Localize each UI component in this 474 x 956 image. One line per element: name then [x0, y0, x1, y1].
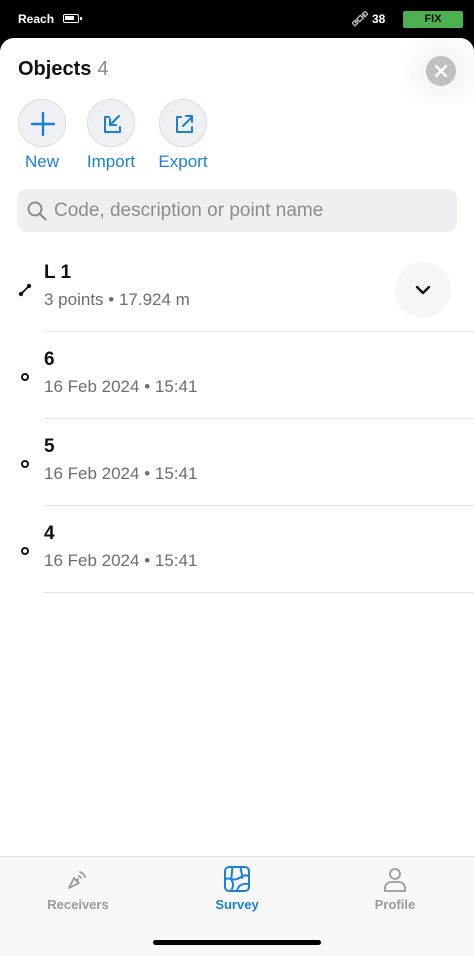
- object-name: 4: [44, 523, 55, 544]
- receivers-icon: [68, 871, 86, 889]
- close-icon: [434, 64, 448, 78]
- fix-status-badge: FIX: [403, 11, 463, 28]
- export-icon: [176, 115, 193, 133]
- tab-receivers-label: Receivers: [47, 897, 109, 912]
- satellite-count: 38: [372, 12, 386, 26]
- object-detail: 3 points • 17.924 m: [44, 290, 190, 309]
- point-object-icon: [21, 373, 29, 381]
- status-app-name: Reach: [18, 12, 55, 26]
- page-title: Objects 4: [18, 58, 108, 81]
- import-button-label: Import: [86, 152, 136, 171]
- object-detail: 16 Feb 2024 • 15:41: [44, 551, 198, 570]
- object-detail: 16 Feb 2024 • 15:41: [44, 464, 198, 483]
- object-detail: 16 Feb 2024 • 15:41: [44, 377, 198, 396]
- list-item-point[interactable]: 4 16 Feb 2024 • 15:41: [0, 506, 474, 593]
- battery-icon: [63, 14, 82, 23]
- export-button-circle[interactable]: [159, 99, 207, 147]
- new-button-circle[interactable]: [18, 99, 66, 147]
- objects-sheet: Objects 4 New Import Export Code, descri…: [0, 38, 474, 956]
- point-object-icon: [21, 547, 29, 555]
- tab-bar: Receivers Survey Profile: [0, 856, 474, 956]
- tab-profile-label: Profile: [374, 897, 416, 912]
- close-button[interactable]: [426, 56, 456, 86]
- import-icon: [104, 115, 121, 133]
- profile-icon: [384, 868, 406, 892]
- list-item-line[interactable]: L 1 3 points • 17.924 m: [0, 245, 474, 332]
- home-indicator[interactable]: [153, 940, 321, 945]
- tab-survey-label: Survey: [215, 897, 259, 912]
- search-icon: [27, 201, 47, 221]
- list-item-point[interactable]: 5 16 Feb 2024 • 15:41: [0, 419, 474, 506]
- new-button-label: New: [24, 152, 59, 171]
- status-bar: Reach 38 FIX: [0, 0, 474, 38]
- tab-receivers[interactable]: Receivers: [18, 865, 138, 912]
- satellite-icon: [352, 11, 368, 27]
- object-count: 4: [97, 58, 109, 80]
- search-bar[interactable]: [17, 189, 457, 232]
- line-object-icon: [18, 283, 32, 297]
- import-button-circle[interactable]: [87, 99, 135, 147]
- search-input[interactable]: [54, 189, 449, 232]
- tab-survey[interactable]: Survey: [177, 865, 297, 912]
- object-name: 5: [44, 436, 55, 457]
- point-object-icon: [21, 460, 29, 468]
- list-item-point[interactable]: 6 16 Feb 2024 • 15:41: [0, 332, 474, 419]
- export-button[interactable]: Export: [153, 99, 213, 172]
- chevron-down-icon: [415, 285, 431, 295]
- plus-icon: [31, 112, 55, 136]
- page-title-label: Objects: [18, 58, 92, 80]
- tab-profile[interactable]: Profile: [335, 865, 455, 912]
- survey-map-icon: [224, 866, 250, 892]
- new-button[interactable]: New: [12, 99, 72, 172]
- object-name: 6: [44, 349, 55, 370]
- object-name: L 1: [44, 262, 72, 283]
- expand-button[interactable]: [395, 262, 451, 318]
- divider: [44, 592, 474, 593]
- export-button-label: Export: [158, 152, 208, 171]
- import-button[interactable]: Import: [81, 99, 141, 172]
